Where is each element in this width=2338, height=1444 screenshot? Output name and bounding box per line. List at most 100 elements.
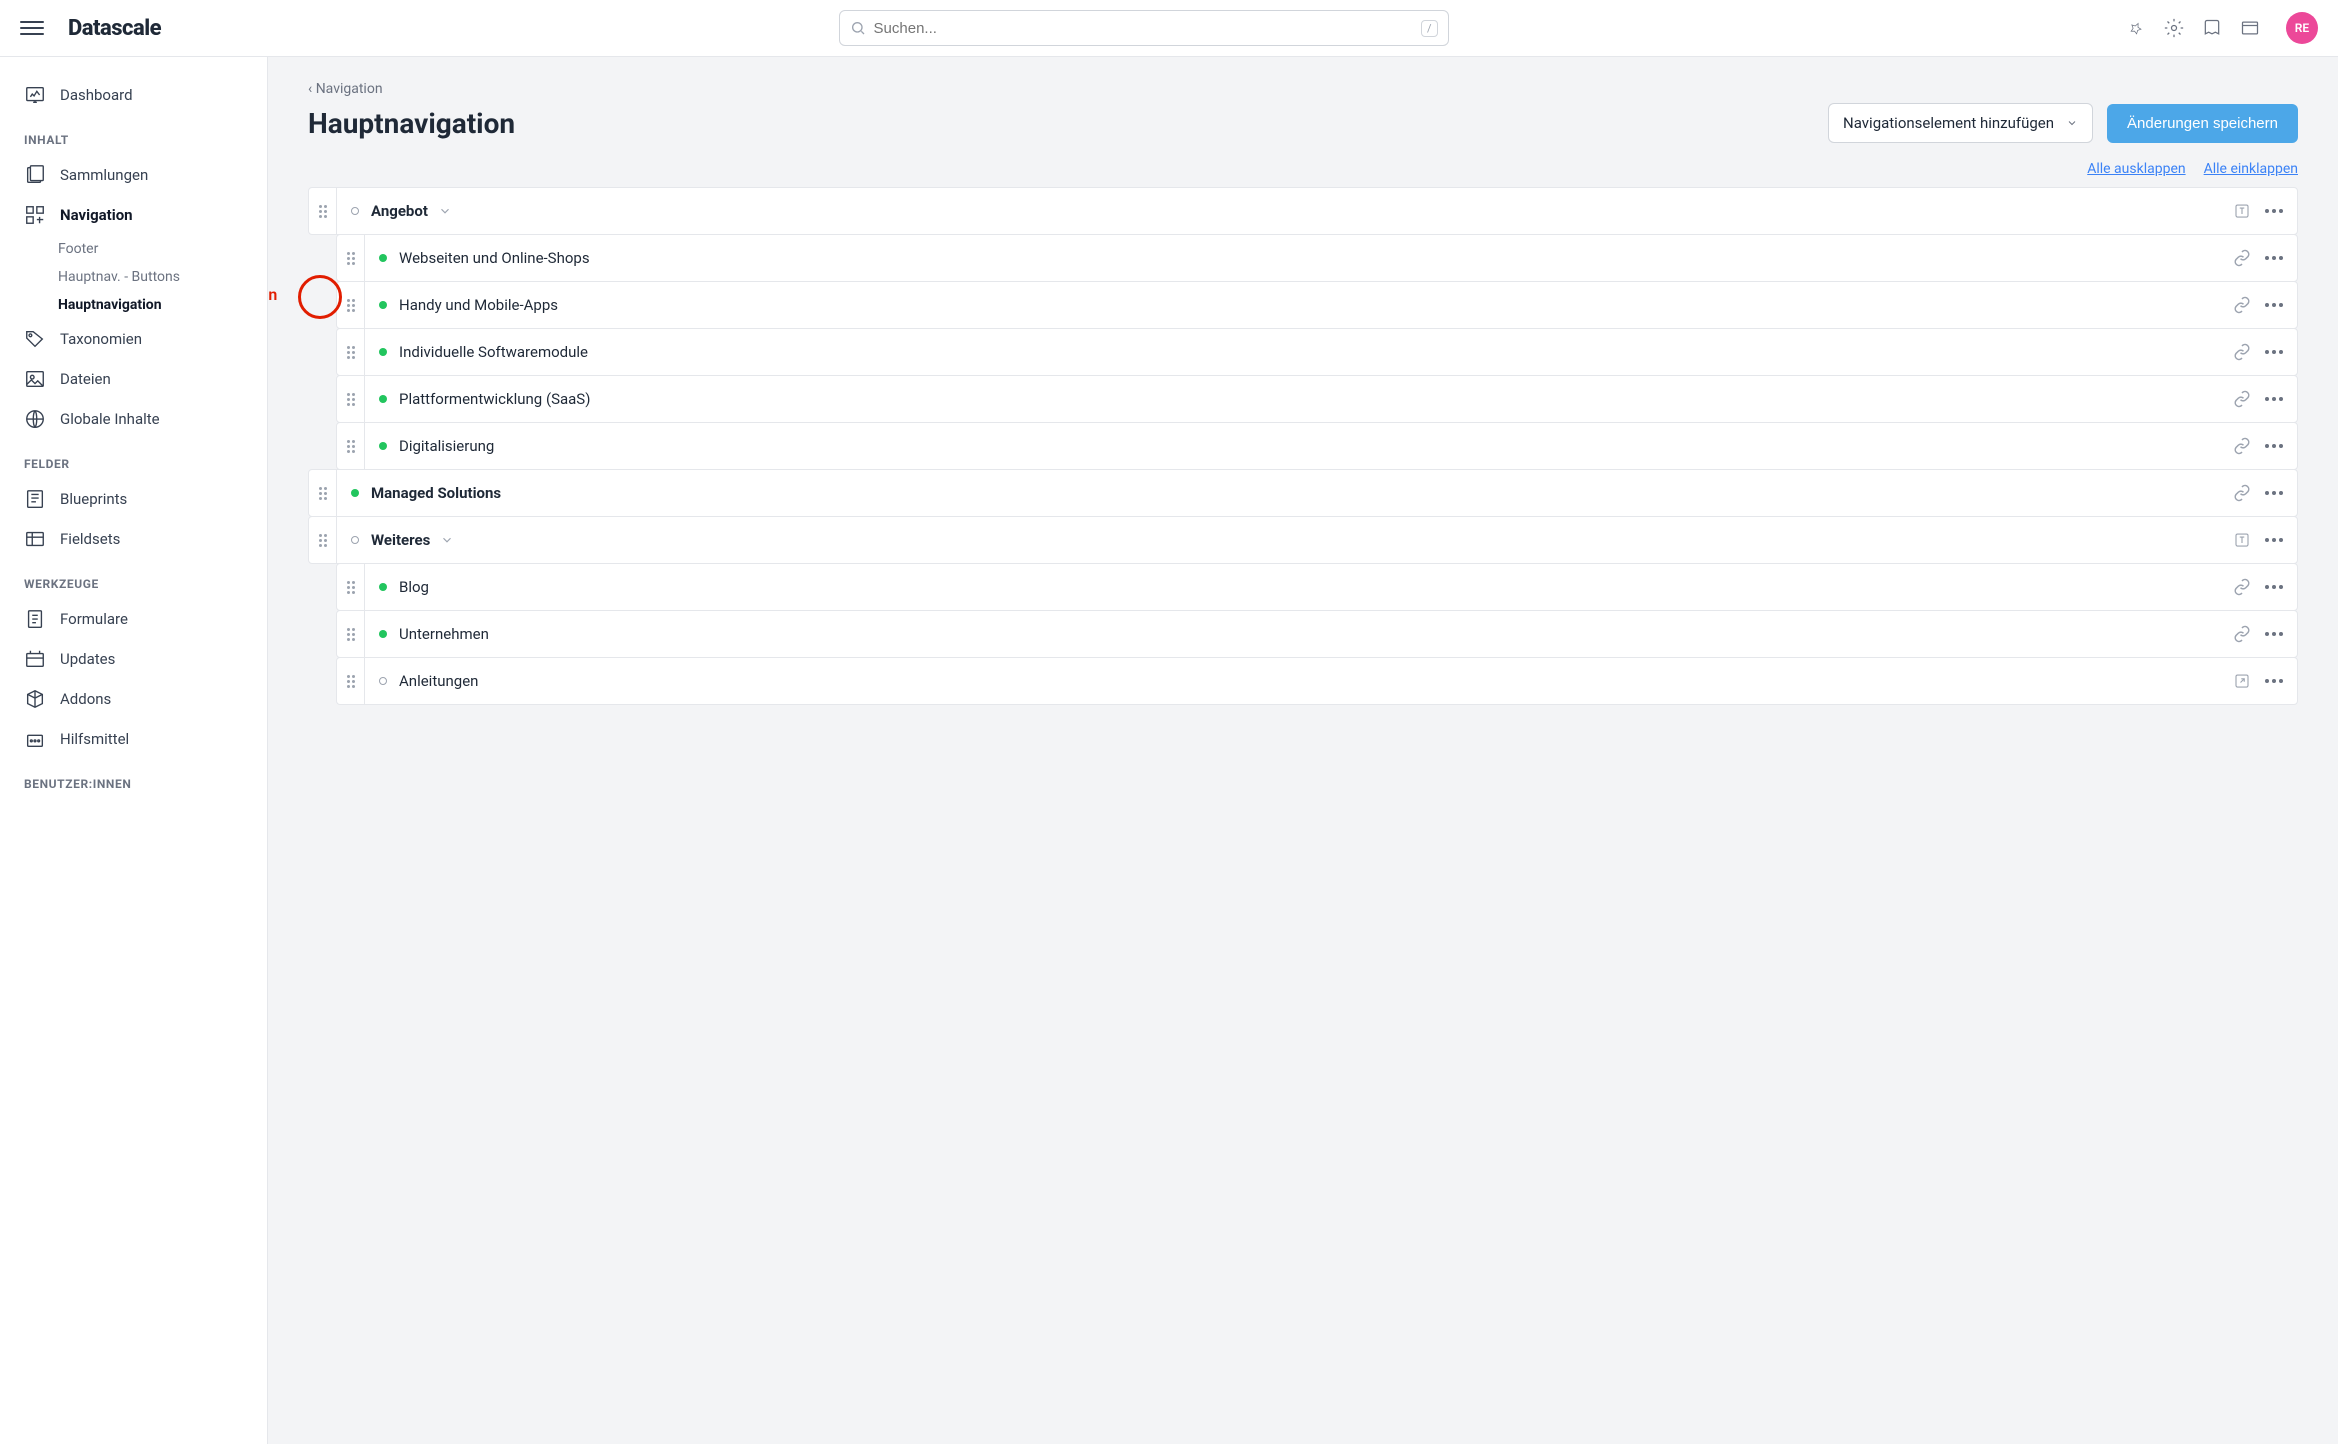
add-nav-element-button[interactable]: Navigationselement hinzufügen (1828, 103, 2093, 143)
link-icon[interactable] (2233, 390, 2251, 408)
text-icon[interactable] (2233, 531, 2251, 549)
sidebar-subitem[interactable]: Footer (0, 235, 267, 263)
more-actions-button[interactable] (2265, 444, 2283, 448)
link-icon[interactable] (2233, 296, 2251, 314)
form-icon (24, 608, 46, 630)
more-actions-button[interactable] (2265, 350, 2283, 354)
tree-row-body[interactable]: Weiteres (337, 531, 2233, 549)
drag-handle[interactable] (337, 658, 365, 704)
sidebar-section-title: WERKZEUGE (0, 559, 267, 599)
more-actions-button[interactable] (2265, 491, 2283, 495)
tree-row-label: Webseiten und Online-Shops (399, 249, 590, 267)
sidebar-subitem[interactable]: Hauptnavigation (0, 291, 267, 319)
tree-row-actions (2233, 531, 2297, 549)
drag-handle[interactable] (337, 282, 365, 328)
more-actions-button[interactable] (2265, 209, 2283, 213)
link-icon[interactable] (2233, 625, 2251, 643)
sidebar-item-updates[interactable]: Updates (0, 639, 267, 679)
tree-row-body[interactable]: Anleitungen (365, 672, 2233, 690)
drag-handle[interactable] (337, 329, 365, 375)
sidebar-item-label: Dateien (60, 370, 111, 388)
drag-handle[interactable] (309, 470, 337, 516)
drag-handle[interactable] (337, 423, 365, 469)
tree-row-body[interactable]: Individuelle Softwaremodule (365, 343, 2233, 361)
expand-all-link[interactable]: Alle ausklappen (2087, 161, 2185, 177)
sidebar-item-blueprints[interactable]: Blueprints (0, 479, 267, 519)
more-actions-button[interactable] (2265, 679, 2283, 683)
tree-row-actions (2233, 578, 2297, 596)
tree-row-label: Handy und Mobile-Apps (399, 296, 558, 314)
link-icon[interactable] (2233, 437, 2251, 455)
search-box[interactable]: / (839, 10, 1449, 46)
tree-row-body[interactable]: Digitalisierung (365, 437, 2233, 455)
chevron-down-icon[interactable] (440, 533, 454, 547)
sidebar-section-title: INHALT (0, 115, 267, 155)
tree-row-body[interactable]: Unternehmen (365, 625, 2233, 643)
collections-icon (24, 164, 46, 186)
sidebar-subitem[interactable]: Hauptnav. - Buttons (0, 263, 267, 291)
drag-handle[interactable] (337, 564, 365, 610)
more-actions-button[interactable] (2265, 256, 2283, 260)
status-indicator (379, 677, 387, 685)
link-icon[interactable] (2233, 249, 2251, 267)
sidebar-item-fieldsets[interactable]: Fieldsets (0, 519, 267, 559)
tree-row-actions (2233, 672, 2297, 690)
avatar[interactable]: RE (2286, 12, 2318, 44)
tree-row-actions (2233, 390, 2297, 408)
breadcrumb[interactable]: Navigation (308, 81, 2298, 97)
link-icon[interactable] (2233, 343, 2251, 361)
tree-row: Plattformentwicklung (SaaS) (336, 375, 2298, 423)
status-indicator (379, 442, 387, 450)
fieldset-icon (24, 528, 46, 550)
tree-row-body[interactable]: Managed Solutions (337, 484, 2233, 502)
external-icon[interactable] (2233, 672, 2251, 690)
sidebar-item-dateien[interactable]: Dateien (0, 359, 267, 399)
menu-toggle-button[interactable] (20, 16, 44, 40)
tree-row-actions (2233, 202, 2297, 220)
updates-icon (24, 648, 46, 670)
search-icon (850, 20, 866, 36)
sidebar-item-navigation[interactable]: Navigation (0, 195, 267, 235)
pin-icon[interactable] (2126, 18, 2146, 38)
status-indicator (351, 207, 359, 215)
more-actions-button[interactable] (2265, 538, 2283, 542)
annotation-text: Klick + ziehen (268, 285, 277, 304)
sidebar-item-dashboard[interactable]: Dashboard (0, 75, 267, 115)
settings-icon[interactable] (2164, 18, 2184, 38)
tree-row-body[interactable]: Angebot (337, 202, 2233, 220)
save-changes-button[interactable]: Änderungen speichern (2107, 104, 2298, 143)
collapse-all-link[interactable]: Alle einklappen (2204, 161, 2298, 177)
tree-row-body[interactable]: Plattformentwicklung (SaaS) (365, 390, 2233, 408)
chevron-down-icon[interactable] (438, 204, 452, 218)
link-icon[interactable] (2233, 484, 2251, 502)
drag-handle[interactable] (337, 235, 365, 281)
sidebar-item-formulare[interactable]: Formulare (0, 599, 267, 639)
more-actions-button[interactable] (2265, 585, 2283, 589)
more-actions-button[interactable] (2265, 632, 2283, 636)
drag-handle[interactable] (309, 517, 337, 563)
more-actions-button[interactable] (2265, 303, 2283, 307)
tree-row-body[interactable]: Handy und Mobile-Apps (365, 296, 2233, 314)
site-icon[interactable] (2240, 18, 2260, 38)
drag-handle[interactable] (309, 188, 337, 234)
tree-row: Handy und Mobile-Apps (336, 281, 2298, 329)
link-icon[interactable] (2233, 578, 2251, 596)
drag-handle[interactable] (337, 376, 365, 422)
more-actions-button[interactable] (2265, 397, 2283, 401)
tree-row-body[interactable]: Blog (365, 578, 2233, 596)
tree-row-body[interactable]: Webseiten und Online-Shops (365, 249, 2233, 267)
tree-row: Anleitungen (336, 657, 2298, 705)
sidebar-item-globale-inhalte[interactable]: Globale Inhalte (0, 399, 267, 439)
tree-row-label: Unternehmen (399, 625, 489, 643)
status-indicator (379, 630, 387, 638)
drag-handle[interactable] (337, 611, 365, 657)
search-input[interactable] (874, 20, 1421, 37)
main-content: Navigation Hauptnavigation Navigationsel… (268, 57, 2338, 1444)
sidebar-item-hilfsmittel[interactable]: Hilfsmittel (0, 719, 267, 759)
sidebar-item-addons[interactable]: Addons (0, 679, 267, 719)
docs-icon[interactable] (2202, 18, 2222, 38)
blueprint-icon (24, 488, 46, 510)
sidebar-item-taxonomien[interactable]: Taxonomien (0, 319, 267, 359)
sidebar-item-sammlungen[interactable]: Sammlungen (0, 155, 267, 195)
text-icon[interactable] (2233, 202, 2251, 220)
